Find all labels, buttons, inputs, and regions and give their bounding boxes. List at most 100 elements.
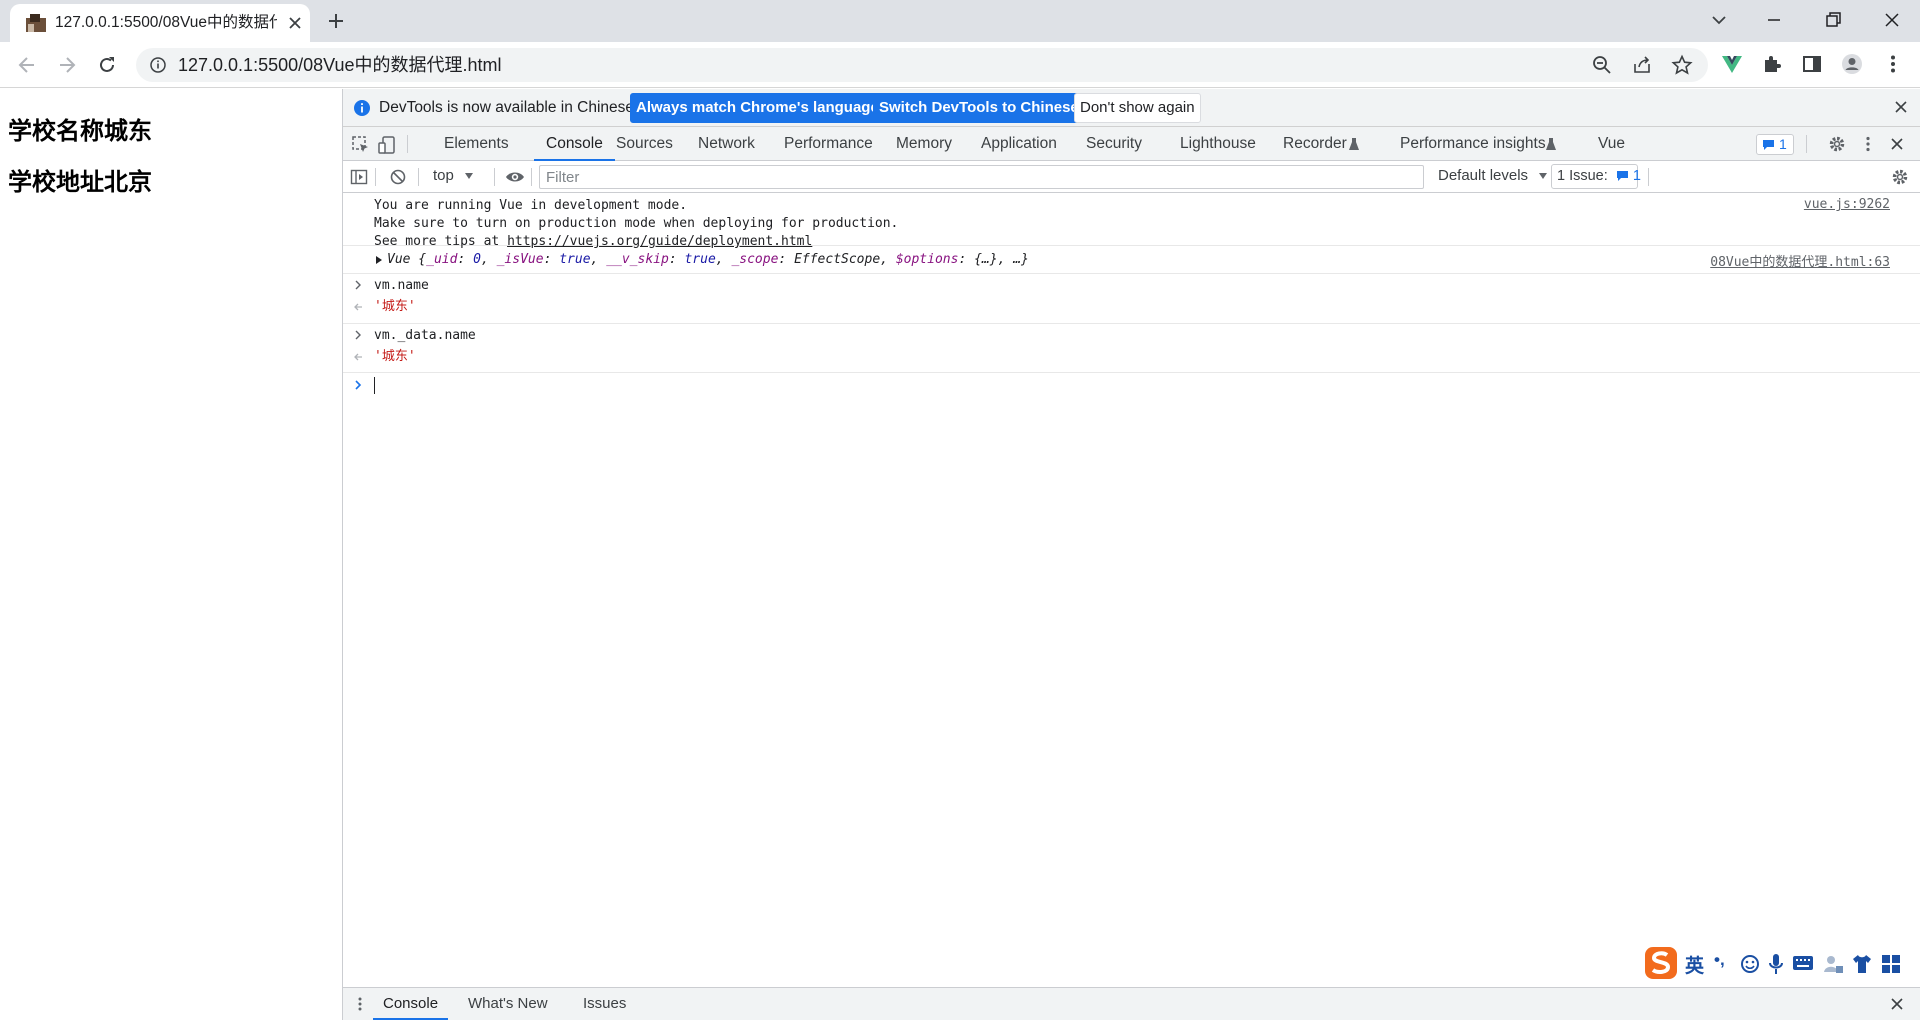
issues-count: 1 [1632,168,1641,184]
result-arrow-icon [354,353,362,361]
site-info-icon[interactable] [149,56,167,74]
tab-lighthouse[interactable]: Lighthouse [1180,127,1256,161]
keyboard-icon[interactable] [1792,955,1814,971]
divider [1806,135,1807,153]
divider [531,168,532,186]
input-chevron-icon [355,330,361,340]
url-text[interactable]: 127.0.0.1:5500/08Vue中的数据代理.html [178,55,502,75]
issues-counter[interactable]: 1 Issue: 1 [1551,164,1641,189]
drawer-tab-console[interactable]: Console [373,988,449,1020]
zoom-icon[interactable] [1591,54,1613,76]
emoji-icon[interactable] [1740,954,1760,974]
skin-shirt-icon[interactable] [1851,953,1873,975]
console-filter-input[interactable]: Filter [539,165,1424,189]
messages-badge[interactable]: 1 [1756,134,1794,155]
divider [375,168,376,186]
divider [1648,168,1649,186]
console-message-vue-warning: You are running Vue in development mode.… [343,194,1920,249]
console-input: vm.name [374,278,429,293]
tab-console[interactable]: Console [534,127,615,161]
tab-memory[interactable]: Memory [896,127,952,161]
console-prompt[interactable] [343,373,1920,399]
input-chevron-icon [355,280,361,290]
tab-vue[interactable]: Vue [1598,127,1625,161]
tab-favicon-icon [26,14,46,32]
device-toolbar-icon[interactable] [377,135,397,155]
new-tab-icon[interactable] [326,11,346,31]
console-entry: vm.name '城东' [343,274,1920,324]
tab-search-icon[interactable] [1707,8,1731,32]
tab-recorder[interactable]: Recorder [1283,127,1347,161]
tab-sources[interactable]: Sources [616,127,673,161]
tab-network[interactable]: Network [698,127,755,161]
tab-close-icon[interactable] [287,15,303,31]
live-expression-eye-icon[interactable] [505,168,525,186]
tab-application[interactable]: Application [981,127,1057,161]
devtools-menu-icon[interactable] [1859,135,1877,153]
ime-toolbar[interactable]: 英 •, [1644,946,1906,980]
context-selector[interactable]: top [433,167,474,184]
close-devtools-icon[interactable] [1890,137,1904,151]
clear-console-icon[interactable] [389,168,407,186]
bookmark-star-icon[interactable] [1671,54,1693,76]
menu-kebab-icon[interactable] [1882,53,1904,75]
tab-security[interactable]: Security [1086,127,1142,161]
dont-show-again-button[interactable]: Don't show again [1074,93,1201,123]
toolbox-grid-icon[interactable] [1880,953,1902,975]
divider [494,168,495,186]
vue-warning-line: Make sure to turn on production mode whe… [374,216,899,231]
inspect-element-icon[interactable] [351,135,371,155]
log-levels-dropdown[interactable]: Default levels [1438,167,1548,184]
console-settings-gear-icon[interactable] [1891,168,1909,186]
prompt-chevron-icon [355,380,362,390]
language-infobar: DevTools is now available in Chinese! Al… [343,89,1920,127]
dropdown-arrow-icon [1539,173,1548,180]
console-result: '城东' [374,349,416,364]
side-panel-icon[interactable] [1801,53,1823,75]
context-value: top [433,167,454,184]
messages-count: 1 [1779,136,1787,152]
info-icon [353,99,371,117]
microphone-icon[interactable] [1768,953,1784,975]
settings-gear-icon[interactable] [1828,135,1846,153]
minimize-icon[interactable] [1762,8,1786,32]
switch-to-chinese-button[interactable]: Switch DevTools to Chinese [873,93,1085,123]
forward-icon[interactable] [56,54,78,76]
ime-language-toggle[interactable]: 英 [1685,951,1704,978]
show-sidebar-icon[interactable] [350,168,368,186]
close-window-icon[interactable] [1880,8,1904,32]
reload-icon[interactable] [96,54,118,76]
share-icon[interactable] [1631,54,1653,76]
profile-avatar-icon[interactable] [1841,53,1863,75]
drawer-tab-whats-new[interactable]: What's New [468,988,548,1020]
close-drawer-icon[interactable] [1890,997,1904,1011]
browser-toolbar: 127.0.0.1:5500/08Vue中的数据代理.html [0,42,1920,88]
console-entry: vm._data.name '城东' [343,324,1920,373]
user-icon[interactable] [1822,953,1844,975]
console-result: '城东' [374,299,416,314]
tab-title: 127.0.0.1:5500/08Vue中的数据代理.html [55,14,277,31]
divider [407,135,408,153]
source-link[interactable]: 08Vue中的数据代理.html:63 [1710,251,1890,270]
address-bar[interactable]: 127.0.0.1:5500/08Vue中的数据代理.html [136,48,1708,82]
browser-tab[interactable]: 127.0.0.1:5500/08Vue中的数据代理.html [10,4,310,42]
vue-devtools-extension-icon[interactable] [1721,53,1743,75]
expand-triangle-icon[interactable] [375,255,383,265]
drawer-tab-issues[interactable]: Issues [583,988,626,1020]
drawer-tab-bar: Console What's New Issues [343,987,1920,1020]
back-icon[interactable] [16,54,38,76]
sogou-logo-icon[interactable] [1644,946,1678,980]
restore-icon[interactable] [1821,8,1845,32]
always-match-language-button[interactable]: Always match Chrome's language [630,93,885,123]
drawer-menu-icon[interactable] [352,996,368,1012]
tab-performance[interactable]: Performance [784,127,873,161]
console-output[interactable]: You are running Vue in development mode.… [343,194,1920,901]
source-link[interactable]: vue.js:9262 [1804,197,1890,212]
console-toolbar: top Filter Default levels 1 Issue: 1 [343,161,1920,193]
extensions-puzzle-icon[interactable] [1761,53,1783,75]
tab-elements[interactable]: Elements [444,127,509,161]
infobar-close-icon[interactable] [1894,100,1908,114]
ime-punctuation-toggle[interactable]: •, [1714,950,1725,970]
tab-performance-insights[interactable]: Performance insights [1400,127,1546,161]
vm-object-preview[interactable]: Vue {_uid: 0, _isVue: true, __v_skip: tr… [387,251,1029,269]
